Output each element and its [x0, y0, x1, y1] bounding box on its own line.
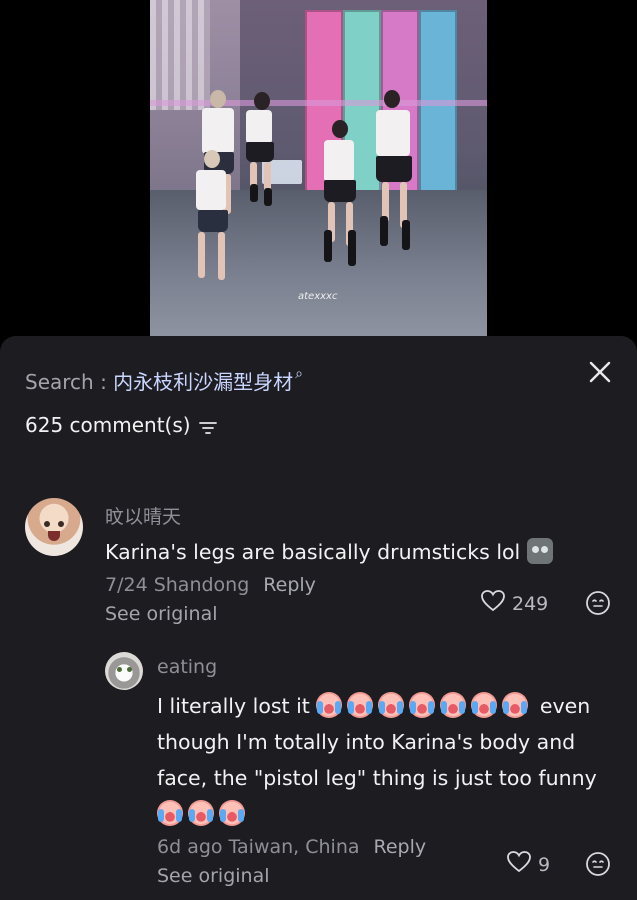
crying-face-icon	[409, 692, 436, 718]
like-count: 249	[512, 592, 549, 615]
reply-button[interactable]: Reply	[263, 574, 316, 596]
comment-username[interactable]: eating	[157, 656, 217, 678]
comment-meta: 6d ago Taiwan, China Reply	[157, 836, 427, 858]
see-original-link[interactable]: See original	[157, 865, 270, 887]
crying-face-icon	[316, 692, 343, 718]
like-button[interactable]: 9	[506, 850, 550, 879]
neon-strip	[150, 100, 487, 106]
sort-icon[interactable]	[198, 417, 217, 434]
avatar[interactable]	[105, 652, 143, 690]
like-count: 9	[538, 853, 551, 876]
cat-face-icon	[526, 538, 553, 564]
heart-icon	[506, 850, 532, 879]
crying-face-icon	[378, 692, 405, 718]
crying-face-icon	[502, 692, 529, 718]
comment-count: 625 comment(s)	[25, 413, 191, 437]
comment-meta: 7/24 Shandong Reply	[105, 574, 316, 596]
comment-username[interactable]: 旼以晴天	[105, 502, 181, 529]
reply-button[interactable]: Reply	[374, 836, 427, 858]
crying-face-icon	[347, 692, 374, 718]
crying-face-icon	[188, 800, 214, 826]
video-frame[interactable]	[150, 0, 487, 336]
background-window	[150, 0, 210, 110]
crying-face-icon	[471, 692, 498, 718]
avatar[interactable]	[25, 498, 83, 556]
emoji-react-icon[interactable]	[585, 590, 611, 616]
close-icon[interactable]	[586, 358, 614, 386]
see-original-link[interactable]: See original	[105, 603, 218, 625]
comments-sheet: Search : 内永枝利沙漏型身材 ⌕ 625 comment(s) 旼以晴天 …	[0, 336, 637, 900]
crying-face-icon	[157, 800, 183, 826]
like-button[interactable]: 249	[480, 589, 548, 618]
comment-text: Karina's legs are basically drumsticks l…	[105, 534, 553, 570]
video-watermark: atexxxc	[298, 291, 338, 302]
comment-count-row[interactable]: 625 comment(s)	[25, 413, 217, 437]
comment-text: I literally lost it even though I'm tota…	[157, 688, 597, 832]
heart-icon	[480, 589, 506, 618]
crying-face-icon	[219, 800, 245, 826]
search-suggestion[interactable]: Search : 内永枝利沙漏型身材 ⌕	[25, 366, 303, 395]
search-icon: ⌕	[295, 366, 304, 382]
crying-face-icon	[440, 692, 467, 718]
emoji-react-icon[interactable]	[585, 851, 611, 877]
search-term-link[interactable]: 内永枝利沙漏型身材	[113, 370, 293, 394]
search-prefix: Search :	[25, 370, 114, 394]
